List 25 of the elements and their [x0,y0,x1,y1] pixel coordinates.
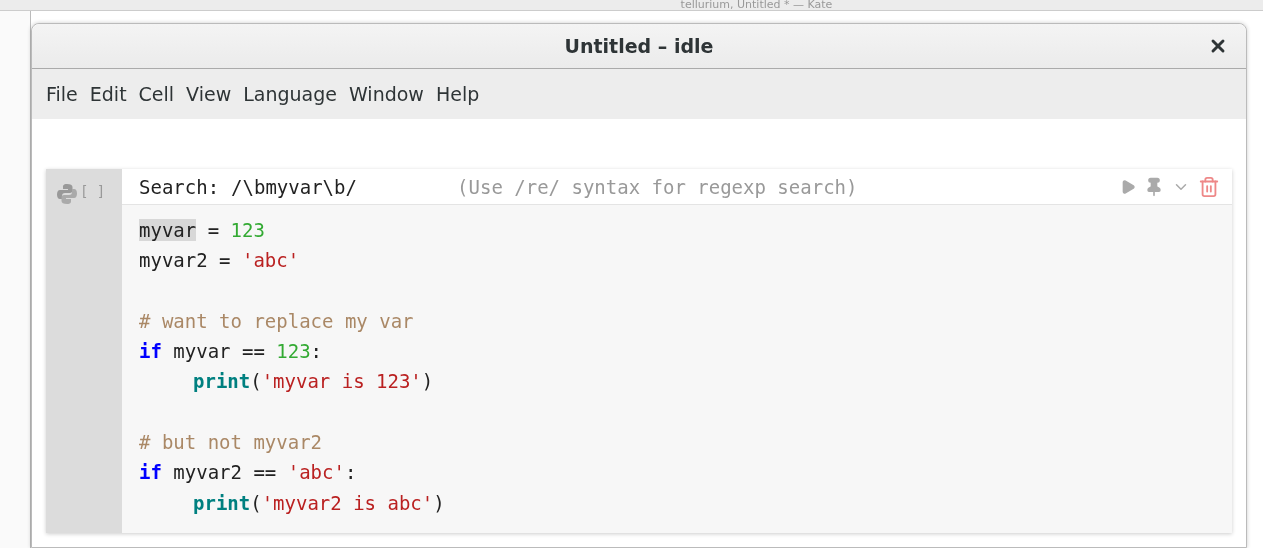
menu-item[interactable]: View [180,83,238,105]
code-line: myvar = 123 [139,218,266,243]
menu-item[interactable]: Help [429,83,486,105]
delete-icon[interactable] [1198,175,1220,198]
run-icon[interactable] [1120,178,1136,195]
menu-item[interactable]: Edit [83,83,133,105]
code-line: if myvar == 123: [139,339,324,365]
code-line: myvar2 = 'abc' [139,248,301,274]
menu-item[interactable]: Window [343,83,430,105]
menu-item[interactable]: File [40,83,84,105]
search-hint: (Use /re/ syntax for regexp search) [457,175,859,198]
python-logo-icon [56,183,78,205]
code-line: # want to replace my var [139,308,415,334]
code-line: if myvar2 == 'abc': [139,460,358,486]
window-title: Untitled – idle [564,35,714,57]
cell-prompt: [ ] [80,183,106,199]
code-line: print('myvar is 123') [192,369,435,395]
search-field[interactable]: /\bmyvar\b/ [231,175,452,198]
menu-item[interactable]: Language [237,83,343,105]
background-window-title: tellurium, Untitled * — Kate [680,0,833,10]
code-line: print('myvar2 is abc') [192,490,446,516]
code-line: # but not myvar2 [139,430,324,456]
search-label: Search: [139,175,220,198]
menu-item[interactable]: Cell [132,83,181,105]
pin-icon[interactable] [1144,176,1164,197]
